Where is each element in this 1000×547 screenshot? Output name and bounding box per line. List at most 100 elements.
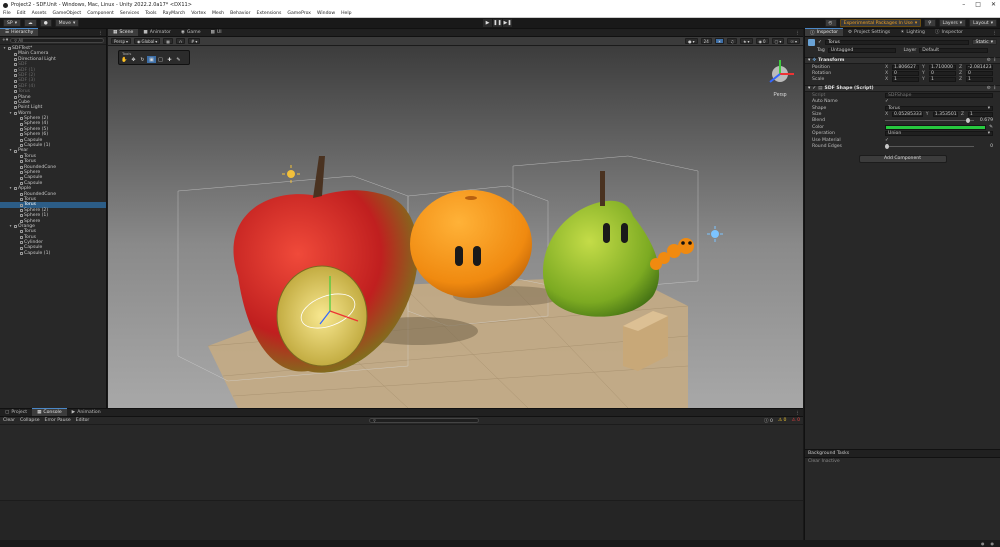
transform-tool-icon[interactable]: ✚ xyxy=(165,56,174,63)
close-icon[interactable]: ✕ xyxy=(991,1,996,8)
minimize-icon[interactable]: – xyxy=(962,1,965,8)
size-z-field[interactable]: 1 xyxy=(967,112,994,118)
rotate-tool-icon[interactable]: ↻ xyxy=(138,56,147,63)
maximize-icon[interactable]: □ xyxy=(975,1,981,8)
menu-item-behavior[interactable]: Behavior xyxy=(230,11,250,16)
hierarchy-item[interactable]: Capsule (1) xyxy=(0,251,106,256)
effects-toggle[interactable]: ★ ▾ xyxy=(739,38,753,44)
eyedropper-icon[interactable]: ✎ xyxy=(989,125,993,130)
scale-tool-icon[interactable]: ▣ xyxy=(147,56,156,63)
pause-icon[interactable]: ❚❚ xyxy=(493,19,502,27)
round-edges-slider-handle[interactable] xyxy=(885,143,889,149)
history-button[interactable]: ◴ xyxy=(824,19,837,27)
add-icon[interactable]: +▾ xyxy=(2,38,8,43)
clear-inactive-button[interactable]: Clear Inactive xyxy=(805,458,1000,465)
menu-item-assets[interactable]: Assets xyxy=(32,11,47,16)
tab-animation[interactable]: ▶ Animation xyxy=(67,408,106,416)
round-edges-value[interactable]: 0 xyxy=(977,144,993,149)
x-field[interactable]: 0 xyxy=(892,71,919,77)
menu-item-file[interactable]: File xyxy=(3,11,11,16)
tab-animator[interactable]: ■ Animator xyxy=(138,29,175,36)
active-checkbox[interactable]: ✓ xyxy=(818,40,822,45)
foldout-arrow-icon[interactable]: ▾ xyxy=(9,186,12,191)
size-x-field[interactable]: 0.05285333 xyxy=(892,112,923,118)
move-tool-icon[interactable]: ✥ xyxy=(129,56,138,63)
menu-item-tools[interactable]: Tools xyxy=(145,11,156,16)
menu-item-window[interactable]: Window xyxy=(317,11,335,16)
blend-slider-handle[interactable] xyxy=(965,118,970,124)
cloud-button[interactable]: ☁ xyxy=(24,19,37,27)
snap-increment-button[interactable]: ∩ xyxy=(176,38,186,44)
collab-button[interactable]: ● xyxy=(39,19,52,27)
grid-dropdown[interactable]: # ▾ xyxy=(188,38,201,44)
layout-dropdown[interactable]: Layout ▾ xyxy=(969,19,997,27)
menu-item-gameobject[interactable]: GameObject xyxy=(53,11,82,16)
tab-inspector[interactable]: ⓘ Inspector xyxy=(805,28,844,36)
operation-dropdown[interactable]: Union ▾ xyxy=(885,131,993,137)
error-pause-toggle[interactable]: Error Pause xyxy=(45,418,71,423)
account-button[interactable]: SP ▾ xyxy=(3,19,21,27)
camera-settings-button[interactable]: ▢ ▾ xyxy=(771,38,785,44)
z-field[interactable]: -2.081423 xyxy=(966,64,993,70)
collapse-toggle[interactable]: Collapse xyxy=(20,418,40,423)
status-bar-icon[interactable]: ● xyxy=(981,541,985,546)
mode-dropdown[interactable]: Move ▾ xyxy=(54,19,80,27)
y-field[interactable]: 1 xyxy=(929,77,956,83)
y-field[interactable]: 0 xyxy=(929,71,956,77)
2d-toggle[interactable]: 24 xyxy=(700,38,712,44)
rect-tool-icon[interactable]: □ xyxy=(156,56,165,63)
menu-item-gameprox[interactable]: GameProx xyxy=(287,11,311,16)
enabled-checkbox[interactable]: ✓ xyxy=(812,86,816,91)
layers-dropdown[interactable]: Layers ▾ xyxy=(938,19,967,27)
lighting-toggle[interactable]: ☀ xyxy=(714,38,725,44)
z-field[interactable]: 1 xyxy=(966,77,993,83)
layer-dropdown[interactable]: Default xyxy=(919,48,988,53)
gizmos-dropdown[interactable]: ☉ ▾ xyxy=(787,38,800,44)
menu-item-edit[interactable]: Edit xyxy=(17,11,26,16)
pivot-dropdown[interactable]: ◉ Global ▾ xyxy=(134,38,161,44)
menu-item-services[interactable]: Services xyxy=(120,11,139,16)
error-count-icon[interactable]: ⚠ 0 xyxy=(791,418,800,423)
size-y-field[interactable]: 1.353501 xyxy=(932,112,958,118)
draw-mode-dropdown[interactable]: Persp ▾ xyxy=(111,38,132,44)
shape-dropdown[interactable]: Torus ▾ xyxy=(885,105,993,111)
color-swatch[interactable] xyxy=(885,124,987,130)
tab-scene[interactable]: ▦ Scene xyxy=(108,29,139,36)
console-search-input[interactable]: ⚲ xyxy=(368,418,479,423)
z-field[interactable]: 0 xyxy=(966,71,993,77)
tab-project-settings[interactable]: ⚙ Project Settings xyxy=(843,28,895,36)
round-edges-slider[interactable] xyxy=(885,143,974,149)
menu-item-vortex[interactable]: Vortex xyxy=(191,11,206,16)
tab-hierarchy[interactable]: ☰ Hierarchy xyxy=(0,28,39,36)
add-component-button[interactable]: Add Component xyxy=(858,154,947,163)
panel-menu-icon[interactable]: ⋮ xyxy=(98,31,103,36)
scene-viewport[interactable]: Persp xyxy=(108,46,803,408)
panel-menu-icon[interactable]: ⋮ xyxy=(795,411,800,416)
step-icon[interactable]: ▶❚ xyxy=(503,19,512,27)
use-material-checkbox[interactable]: ✓ xyxy=(885,138,889,143)
foldout-arrow-icon[interactable]: ▾ xyxy=(9,148,12,153)
transform-header[interactable]: ▾ ✥ Transform ⚙ ⋮ xyxy=(805,57,1000,64)
tab-project[interactable]: ▢ Project xyxy=(0,408,32,416)
component-menu-icon[interactable]: ⚙ ⋮ xyxy=(987,58,997,63)
x-field[interactable]: 1 xyxy=(892,77,919,83)
component-menu-icon[interactable]: ⚙ ⋮ xyxy=(987,86,997,91)
auto-name-checkbox[interactable]: ✓ xyxy=(885,99,889,104)
custom-tool-icon[interactable]: ✎ xyxy=(174,56,183,63)
grid-snap-button[interactable]: ▦ xyxy=(163,38,174,44)
editor-dropdown[interactable]: Editor xyxy=(76,418,90,423)
panel-menu-icon[interactable]: ⋮ xyxy=(992,31,997,36)
foldout-arrow-icon[interactable]: ▾ xyxy=(9,224,12,229)
panel-menu-icon[interactable]: ⋮ xyxy=(795,31,800,36)
search-button[interactable]: ⚲ xyxy=(924,19,936,27)
tab-ui[interactable]: ▩ UI xyxy=(206,29,227,36)
foldout-arrow-icon[interactable]: ▾ xyxy=(3,46,6,51)
warning-count-icon[interactable]: ⚠ 0 xyxy=(778,418,787,423)
menu-item-extensions[interactable]: Extensions xyxy=(256,11,281,16)
x-field[interactable]: 1.806627 xyxy=(892,64,919,70)
info-count-icon[interactable]: ⓘ 0 xyxy=(764,418,773,424)
menu-item-help[interactable]: Help xyxy=(341,11,351,16)
menu-item-component[interactable]: Component xyxy=(87,11,114,16)
play-icon[interactable]: ▶ xyxy=(483,19,492,27)
menu-item-raymarch[interactable]: RayMarch xyxy=(163,11,186,16)
